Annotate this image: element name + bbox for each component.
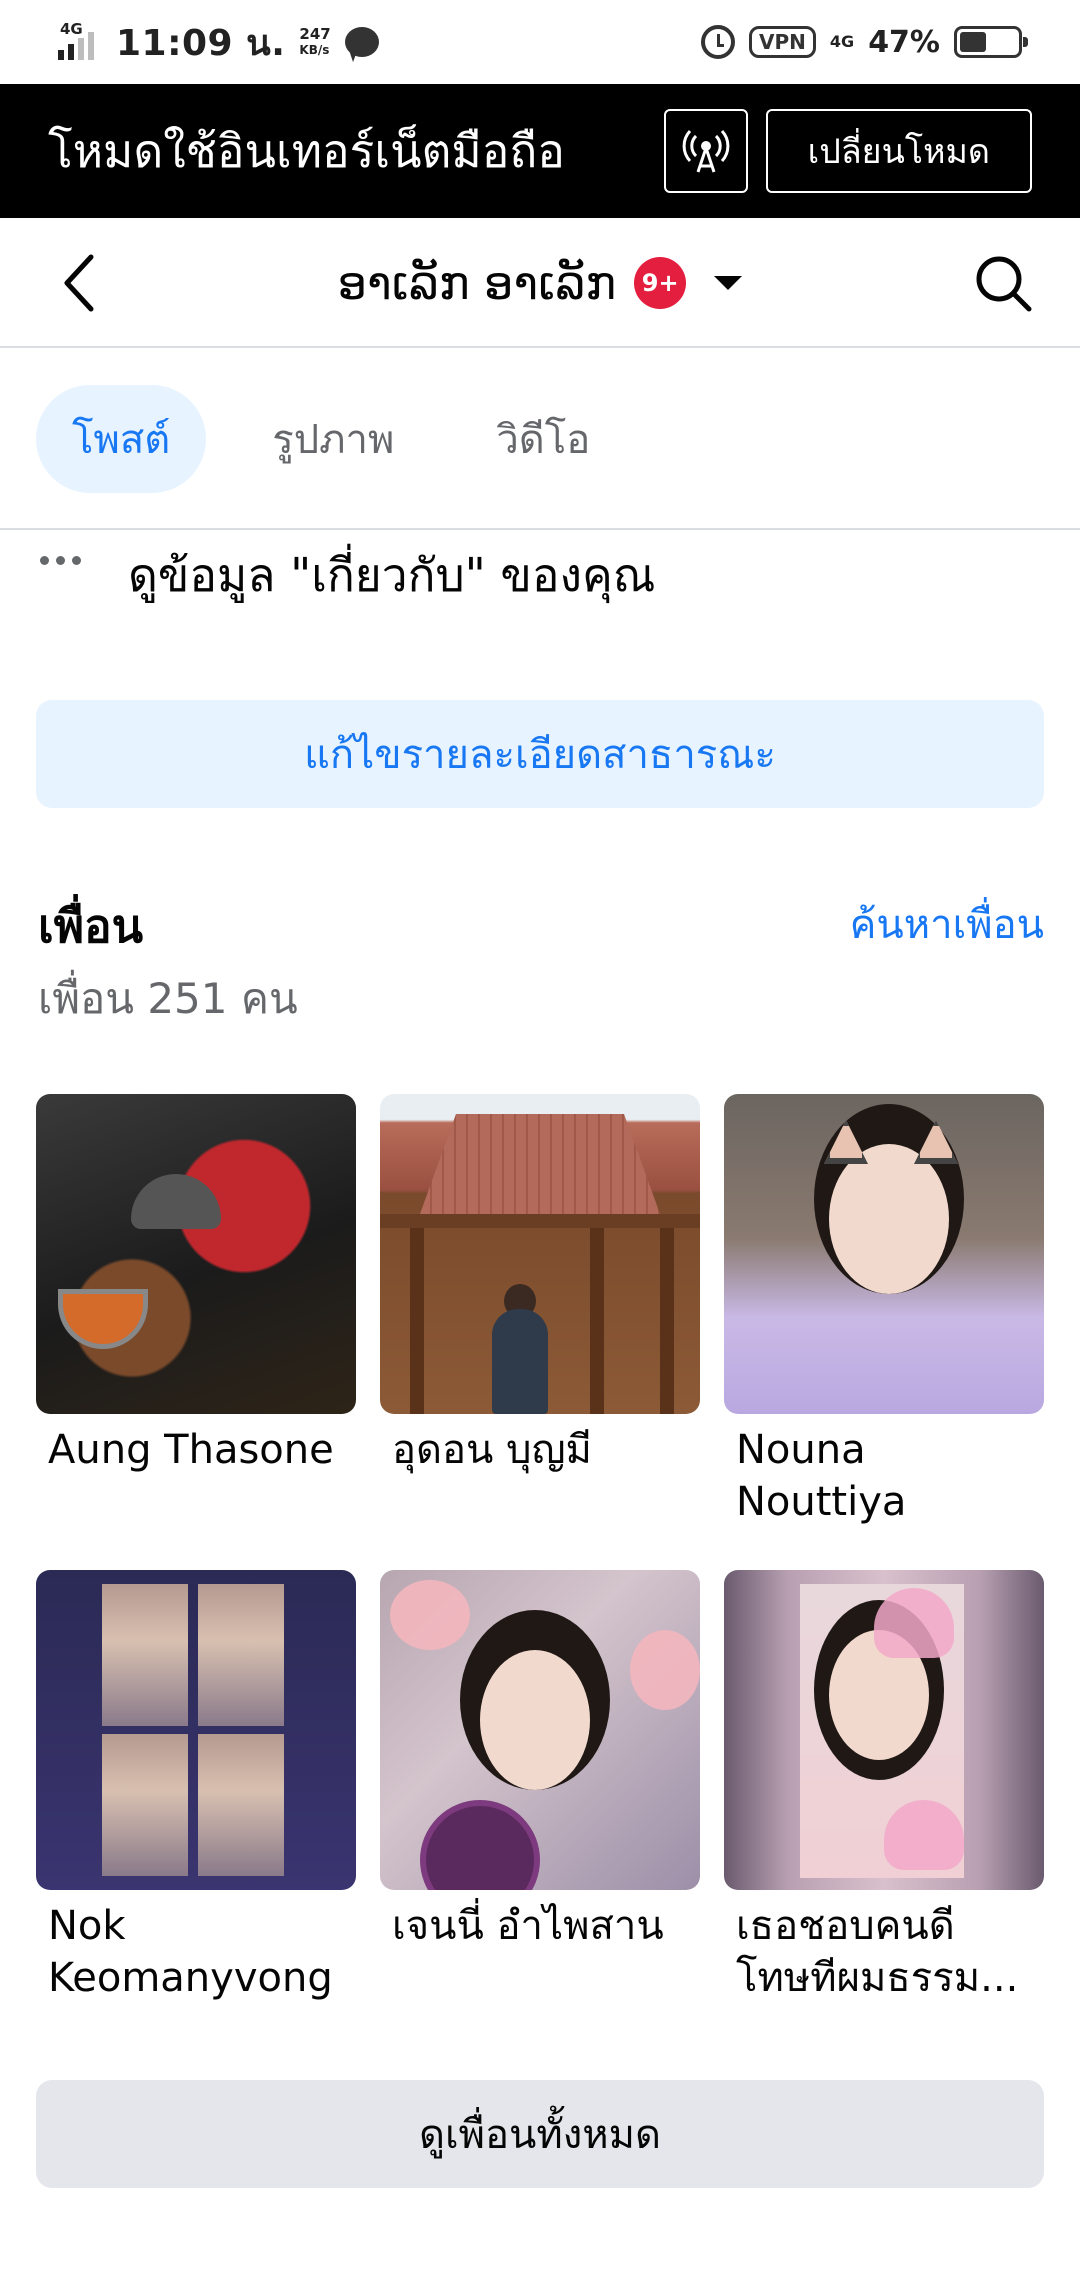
profile-name: ອາເລັກ ອາເລັກ — [337, 256, 617, 310]
search-button[interactable] — [968, 248, 1038, 318]
profile-header: ອາເລັກ ອາເລັກ 9+ — [0, 218, 1080, 348]
friend-photo[interactable] — [380, 1094, 700, 1414]
friend-name[interactable]: เธอชอบคนดี โทษทีผมธรรม... — [724, 1890, 1044, 2004]
status-bar-right: VPN 4G 47% — [701, 24, 1028, 60]
status-bar: 4G 11:09 น. 247 KB/s VPN 4G 47% — [0, 0, 1080, 84]
network-speed-value: 247 — [299, 25, 331, 43]
friend-card[interactable]: Nok Keomanyvong — [36, 1570, 356, 2046]
friend-name[interactable]: เจนนี่ อำไพสาน — [380, 1890, 700, 1952]
tab-posts[interactable]: โพสต์ — [36, 385, 207, 493]
network-speed-unit: KB/s — [299, 43, 330, 57]
battery-icon — [954, 26, 1028, 58]
friends-grid: Aung Thasone อุดอน บุญมี Nouna Nouttiya … — [36, 1094, 1044, 2046]
friend-card[interactable]: Nouna Nouttiya — [724, 1094, 1044, 1570]
friend-photo[interactable] — [36, 1570, 356, 1890]
friend-photo[interactable] — [380, 1570, 700, 1890]
app-logo-icon — [420, 1800, 540, 1890]
friend-name[interactable]: Aung Thasone — [36, 1414, 356, 1476]
message-notification-icon — [344, 27, 379, 57]
friend-card[interactable]: เธอชอบคนดี โทษทีผมธรรม... — [724, 1570, 1044, 2046]
cell-signal-icon: 4G — [58, 20, 102, 62]
vpn-icon: VPN — [749, 26, 816, 58]
about-info-text: ดูข้อมูล "เกี่ยวกับ" ของคุณ — [128, 547, 656, 602]
friend-card[interactable]: อุดอน บุญมี — [380, 1094, 700, 1570]
data-mode-button[interactable] — [663, 109, 748, 193]
friend-card[interactable]: Aung Thasone — [36, 1094, 356, 1570]
caret-down-icon — [714, 276, 743, 290]
search-icon — [976, 256, 1032, 312]
friend-photo[interactable] — [724, 1094, 1044, 1414]
mobile-data-banner: โหมดใช้อินเทอร์เน็ตมือถือ เปลี่ยนโหมด — [0, 84, 1080, 218]
friends-section-title: เพื่อน — [38, 899, 144, 953]
see-all-friends-button[interactable]: ดูเพื่อนทั้งหมด — [36, 2080, 1044, 2188]
switch-mode-button[interactable]: เปลี่ยนโหมด — [765, 109, 1032, 193]
notification-badge: 9+ — [634, 257, 687, 309]
alarm-icon — [701, 25, 736, 59]
mobile-data-mode-text: โหมดใช้อินเทอร์เน็ตมือถือ — [48, 123, 565, 178]
friend-name[interactable]: อุดอน บุญมี — [380, 1414, 700, 1476]
friend-name[interactable]: Nouna Nouttiya — [724, 1414, 1044, 1528]
friend-card[interactable]: เจนนี่ อำไพสาน — [380, 1570, 700, 2046]
friend-photo[interactable] — [724, 1570, 1044, 1890]
about-info-row[interactable]: ดูข้อมูล "เกี่ยวกับ" ของคุณ — [0, 530, 1080, 620]
battery-percent: 47% — [868, 24, 940, 60]
more-dots-icon — [40, 555, 90, 565]
tab-photos[interactable]: รูปภาพ — [236, 385, 430, 493]
tab-videos[interactable]: วิดีโอ — [460, 385, 626, 493]
mobile-data-icon: 4G — [829, 32, 855, 51]
profile-tabs: โพสต์ รูปภาพ วิดีโอ — [0, 350, 1080, 530]
friend-name[interactable]: Nok Keomanyvong — [36, 1890, 356, 2004]
signal-tower-icon — [682, 129, 729, 173]
edit-public-details-button[interactable]: แก้ไขรายละเอียดสาธารณะ — [36, 700, 1044, 808]
friends-count: เพื่อน 251 คน — [38, 974, 298, 1023]
find-friends-link[interactable]: ค้นหาเพื่อน — [850, 892, 1044, 956]
friend-photo[interactable] — [36, 1094, 356, 1414]
clock: 11:09 น. — [116, 22, 286, 64]
network-speed: 247 KB/s — [299, 26, 330, 58]
status-bar-left: 4G 11:09 น. 247 KB/s — [58, 14, 379, 71]
profile-switcher[interactable]: ອາເລັກ ອາເລັກ 9+ — [0, 218, 1080, 348]
